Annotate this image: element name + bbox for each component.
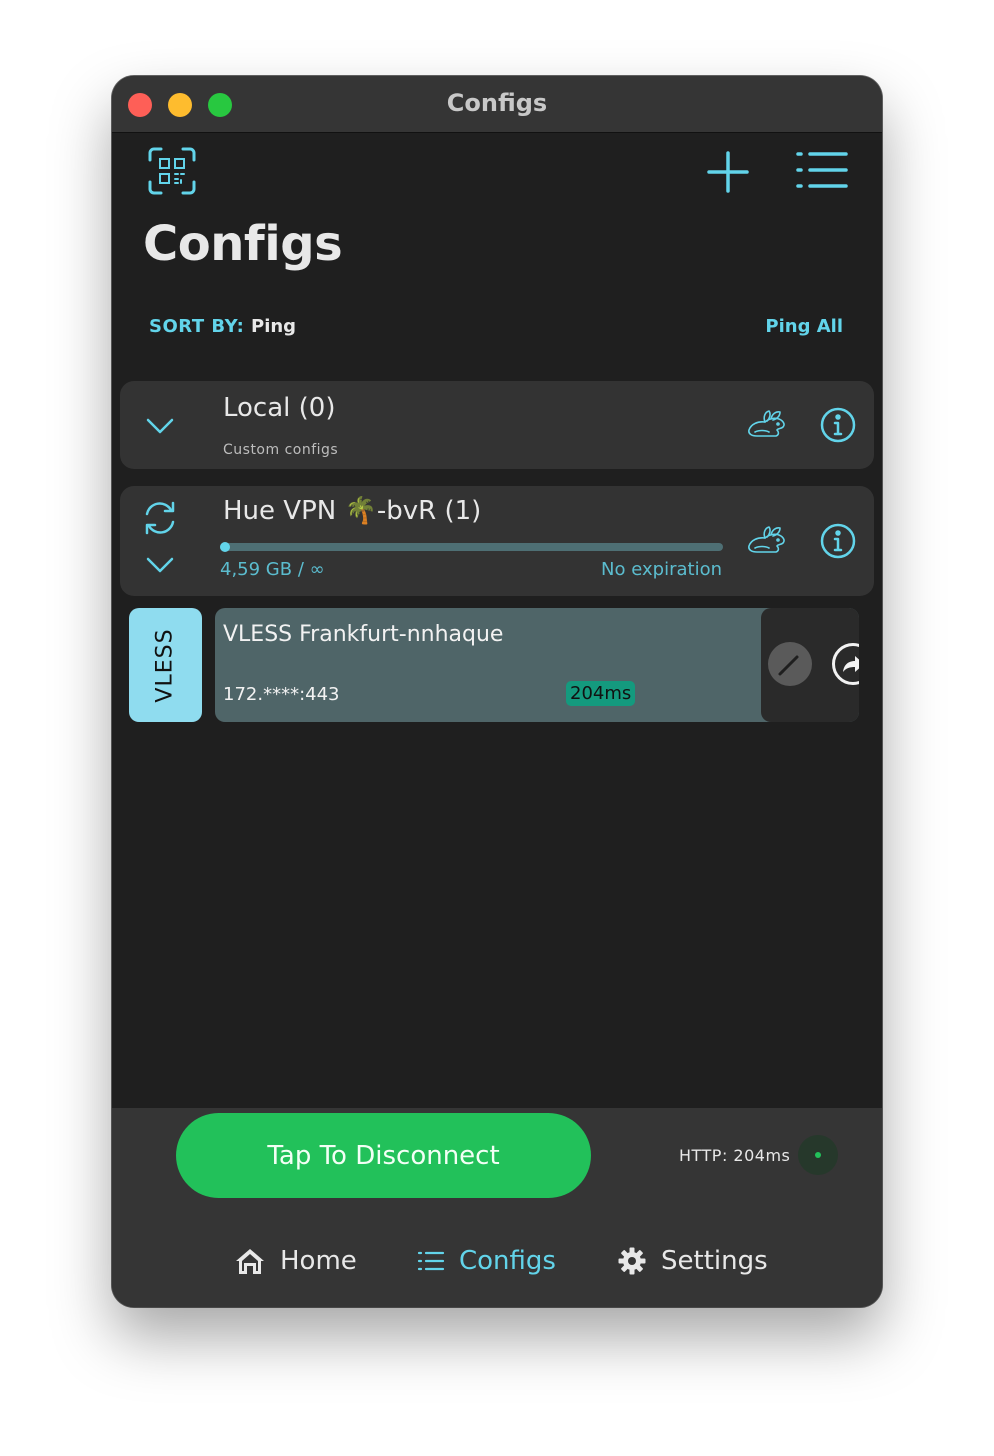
- window-title: Configs: [446, 89, 548, 117]
- http-ping-status: HTTP: 204ms: [679, 1146, 791, 1165]
- ping-group-button[interactable]: [745, 524, 787, 556]
- group-subscription[interactable]: Hue VPN 🌴-bvR (1) 4,59 GB / ∞ No expirat…: [120, 486, 874, 596]
- ping-badge: 204ms: [566, 681, 636, 706]
- group-name: Local (0): [223, 393, 336, 423]
- expiration: No expiration: [601, 559, 722, 580]
- rabbit-icon: [748, 410, 785, 437]
- app-window: Configs Configs SORT BY: Ping Ping All L…: [112, 76, 882, 1307]
- bottom-panel: Tap To Disconnect HTTP: 204ms Home Confi…: [112, 1108, 882, 1307]
- rabbit-icon: [748, 526, 785, 553]
- nav-home-label: Home: [280, 1246, 357, 1276]
- usage-progress-fill: [220, 542, 230, 552]
- protocol-tag: VLESS: [129, 608, 202, 722]
- expand-group-button[interactable]: [146, 556, 174, 574]
- nav-settings[interactable]: Settings: [617, 1246, 768, 1276]
- list-icon: [417, 1251, 445, 1271]
- gear-icon: [618, 1247, 646, 1275]
- refresh-icon: [145, 501, 175, 535]
- nav-configs[interactable]: Configs: [417, 1246, 556, 1276]
- pencil-icon: [778, 655, 799, 676]
- qr-scan-icon: [148, 147, 196, 195]
- status-dot: [815, 1152, 821, 1158]
- home-icon: [236, 1249, 264, 1274]
- sort-by-dropdown[interactable]: Ping: [251, 316, 296, 337]
- share-config-button[interactable]: [831, 642, 859, 686]
- nav-configs-label: Configs: [459, 1246, 556, 1276]
- config-item[interactable]: VLESS VLESS Frankfurt-nnhaque 172.****:4…: [129, 608, 859, 722]
- group-info-button[interactable]: [820, 407, 856, 443]
- group-subtitle: Custom configs: [223, 442, 339, 458]
- page-title: Configs: [143, 216, 343, 272]
- group-info-button[interactable]: [820, 523, 856, 559]
- refresh-subscription-button[interactable]: [140, 499, 180, 537]
- info-icon: [820, 523, 856, 559]
- plus-icon: [707, 151, 749, 193]
- expand-group-button[interactable]: [146, 417, 174, 435]
- nav-settings-label: Settings: [661, 1246, 768, 1276]
- data-usage: 4,59 GB / ∞: [220, 559, 325, 580]
- chevron-down-icon: [146, 418, 174, 434]
- share-arrow-icon: [832, 643, 859, 685]
- connection-status-indicator: [798, 1135, 838, 1175]
- disconnect-button[interactable]: Tap To Disconnect: [176, 1113, 591, 1198]
- info-icon: [820, 407, 856, 443]
- edit-config-button[interactable]: [768, 642, 812, 686]
- config-name: VLESS Frankfurt-nnhaque: [223, 622, 504, 647]
- config-address: 172.****:443: [223, 684, 340, 705]
- chevron-down-icon: [146, 557, 174, 573]
- protocol-label: VLESS: [153, 627, 179, 703]
- group-local[interactable]: Local (0) Custom configs: [120, 381, 874, 469]
- add-config-button[interactable]: [706, 150, 750, 194]
- usage-progress-bar: [220, 542, 723, 552]
- title-bar: Configs: [112, 76, 882, 133]
- config-card[interactable]: VLESS Frankfurt-nnhaque 172.****:443 204…: [215, 608, 859, 722]
- qr-scan-button[interactable]: [147, 146, 197, 196]
- nav-home[interactable]: Home: [234, 1246, 357, 1276]
- config-actions: [761, 608, 859, 722]
- ping-all-button[interactable]: Ping All: [765, 316, 843, 337]
- list-icon: [796, 152, 848, 188]
- group-name: Hue VPN 🌴-bvR (1): [223, 496, 482, 526]
- menu-list-button[interactable]: [796, 150, 848, 190]
- ping-group-button[interactable]: [745, 408, 787, 440]
- sort-by-label: SORT BY:: [149, 316, 245, 337]
